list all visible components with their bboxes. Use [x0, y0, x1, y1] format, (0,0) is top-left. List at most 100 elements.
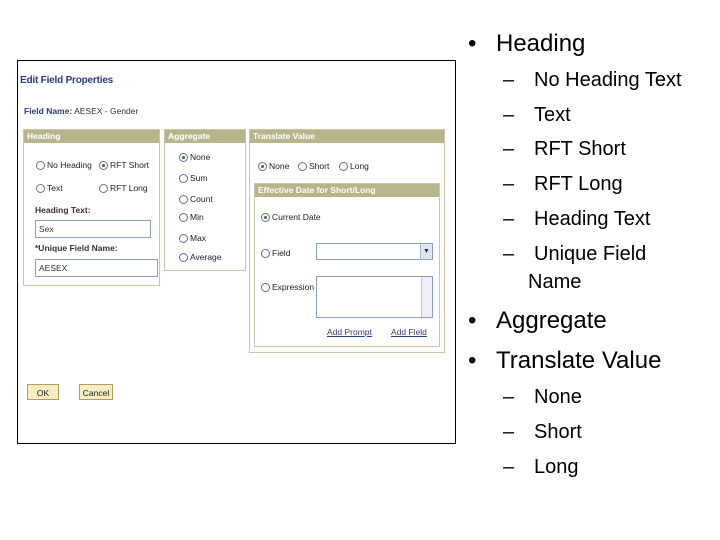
- radio-dot[interactable]: [179, 173, 188, 183]
- dash-marker: –: [503, 386, 515, 408]
- sub-bullet: – Short: [503, 421, 582, 444]
- radio-dot[interactable]: [36, 160, 45, 170]
- radio-agg-average[interactable]: Average: [179, 252, 222, 262]
- bullet-marker: •: [468, 30, 477, 57]
- radio-label: RFT Short: [110, 160, 150, 170]
- add-prompt-link[interactable]: Add Prompt: [327, 327, 372, 337]
- radio-dot-selected[interactable]: [258, 161, 267, 171]
- radio-current-date[interactable]: Current Date: [261, 212, 321, 222]
- sub-bullet-text: Unique Field: [534, 243, 647, 265]
- radio-agg-min[interactable]: Min: [179, 212, 204, 222]
- radio-label: Long: [350, 161, 369, 171]
- radio-rft-long[interactable]: RFT Long: [99, 183, 148, 193]
- radio-label: RFT Long: [110, 183, 148, 193]
- unique-field-name-label: *Unique Field Name:: [35, 243, 118, 253]
- radio-dot-selected[interactable]: [179, 152, 188, 162]
- add-field-link[interactable]: Add Field: [391, 327, 427, 337]
- dash-marker: –: [503, 138, 515, 160]
- radio-tv-long[interactable]: Long: [339, 161, 369, 171]
- dialog-screenshot: Edit Field Properties Field Name: AESEX …: [17, 60, 456, 444]
- radio-agg-none[interactable]: None: [179, 152, 210, 162]
- unique-field-name-input[interactable]: AESEX: [35, 259, 158, 277]
- sub-bullet: – No Heading Text: [503, 69, 682, 92]
- radio-dot[interactable]: [36, 183, 45, 193]
- field-name-value: AESEX - Gender: [74, 106, 139, 116]
- sub-bullet-continuation: Name: [528, 271, 582, 293]
- scrollbar[interactable]: [421, 277, 432, 317]
- heading-panel: Heading No Heading RFT Short Text RFT Lo…: [23, 129, 160, 286]
- translate-value-panel-title: Translate Value: [250, 130, 444, 143]
- radio-dot-selected[interactable]: [99, 160, 108, 170]
- sub-bullet: – RFT Long: [503, 173, 623, 196]
- radio-dot[interactable]: [179, 194, 188, 204]
- dash-marker: –: [503, 456, 515, 478]
- sub-bullet-text: Short: [534, 421, 582, 443]
- dialog-title: Edit Field Properties: [20, 75, 114, 86]
- ok-button[interactable]: OK: [27, 384, 59, 400]
- radio-label: None: [190, 152, 211, 162]
- sub-bullet-text: Long: [534, 456, 579, 478]
- radio-dot[interactable]: [339, 161, 348, 171]
- sub-bullet-text: Text: [534, 104, 571, 126]
- heading-panel-title: Heading: [24, 130, 159, 143]
- radio-label: Current Date: [272, 212, 321, 222]
- effective-date-panel-title: Effective Date for Short/Long: [255, 184, 439, 197]
- radio-agg-count[interactable]: Count: [179, 194, 213, 204]
- sub-bullet-text: RFT Short: [534, 138, 626, 160]
- radio-label: Short: [309, 161, 330, 171]
- heading-text-input[interactable]: Sex: [35, 220, 151, 238]
- radio-agg-max[interactable]: Max: [179, 233, 206, 243]
- radio-field[interactable]: Field: [261, 248, 290, 258]
- radio-tv-short[interactable]: Short: [298, 161, 329, 171]
- sub-bullet: – Long: [503, 456, 579, 479]
- sub-bullet: – Text: [503, 104, 571, 127]
- field-name: Field Name: AESEX - Gender: [24, 106, 138, 116]
- radio-agg-sum[interactable]: Sum: [179, 173, 207, 183]
- radio-dot[interactable]: [179, 233, 188, 243]
- sub-bullet-text: No Heading Text: [534, 69, 682, 91]
- radio-text[interactable]: Text: [36, 183, 63, 193]
- radio-dot[interactable]: [179, 252, 188, 262]
- radio-label: Expression: [272, 282, 315, 292]
- radio-rft-short[interactable]: RFT Short: [99, 160, 149, 170]
- radio-dot[interactable]: [179, 212, 188, 222]
- radio-label: Text: [47, 183, 63, 193]
- cancel-button[interactable]: Cancel: [79, 384, 113, 400]
- radio-dot[interactable]: [99, 183, 108, 193]
- bullet-aggregate: • Aggregate: [468, 307, 607, 335]
- dash-marker: –: [503, 421, 515, 443]
- bullet-text: Translate Value: [496, 347, 662, 374]
- aggregate-panel-title: Aggregate: [165, 130, 245, 143]
- radio-label: Count: [190, 194, 213, 204]
- bullet-text: Heading: [496, 30, 586, 57]
- expression-textarea[interactable]: [316, 276, 433, 318]
- radio-label: Sum: [190, 173, 208, 183]
- field-select[interactable]: ▼: [316, 243, 433, 260]
- sub-bullet: – RFT Short: [503, 138, 626, 161]
- chevron-down-icon[interactable]: ▼: [420, 244, 432, 259]
- radio-dot[interactable]: [298, 161, 307, 171]
- radio-dot[interactable]: [261, 282, 270, 292]
- translate-value-panel: Translate Value None Short Long Effectiv…: [249, 129, 445, 353]
- dash-marker: –: [503, 208, 515, 230]
- dash-marker: –: [503, 173, 515, 195]
- sub-bullet-text: RFT Long: [534, 173, 623, 195]
- bullet-marker: •: [468, 347, 477, 374]
- radio-label: No Heading: [47, 160, 92, 170]
- sub-bullet: – None: [503, 386, 582, 409]
- effective-date-panel: Effective Date for Short/Long Current Da…: [254, 183, 440, 347]
- bullet-text: Aggregate: [496, 307, 607, 334]
- radio-tv-none[interactable]: None: [258, 161, 289, 171]
- sub-bullet-text: None: [534, 386, 582, 408]
- radio-dot-selected[interactable]: [261, 212, 270, 222]
- radio-no-heading[interactable]: No Heading: [36, 160, 92, 170]
- bullet-marker: •: [468, 307, 477, 334]
- dash-marker: –: [503, 69, 515, 91]
- bullet-heading: • Heading: [468, 30, 585, 58]
- radio-label: None: [269, 161, 290, 171]
- radio-label: Min: [190, 212, 204, 222]
- bullet-translate-value: • Translate Value: [468, 347, 661, 375]
- radio-label: Field: [272, 248, 291, 258]
- radio-expression[interactable]: Expression: [261, 282, 314, 292]
- radio-dot[interactable]: [261, 248, 270, 258]
